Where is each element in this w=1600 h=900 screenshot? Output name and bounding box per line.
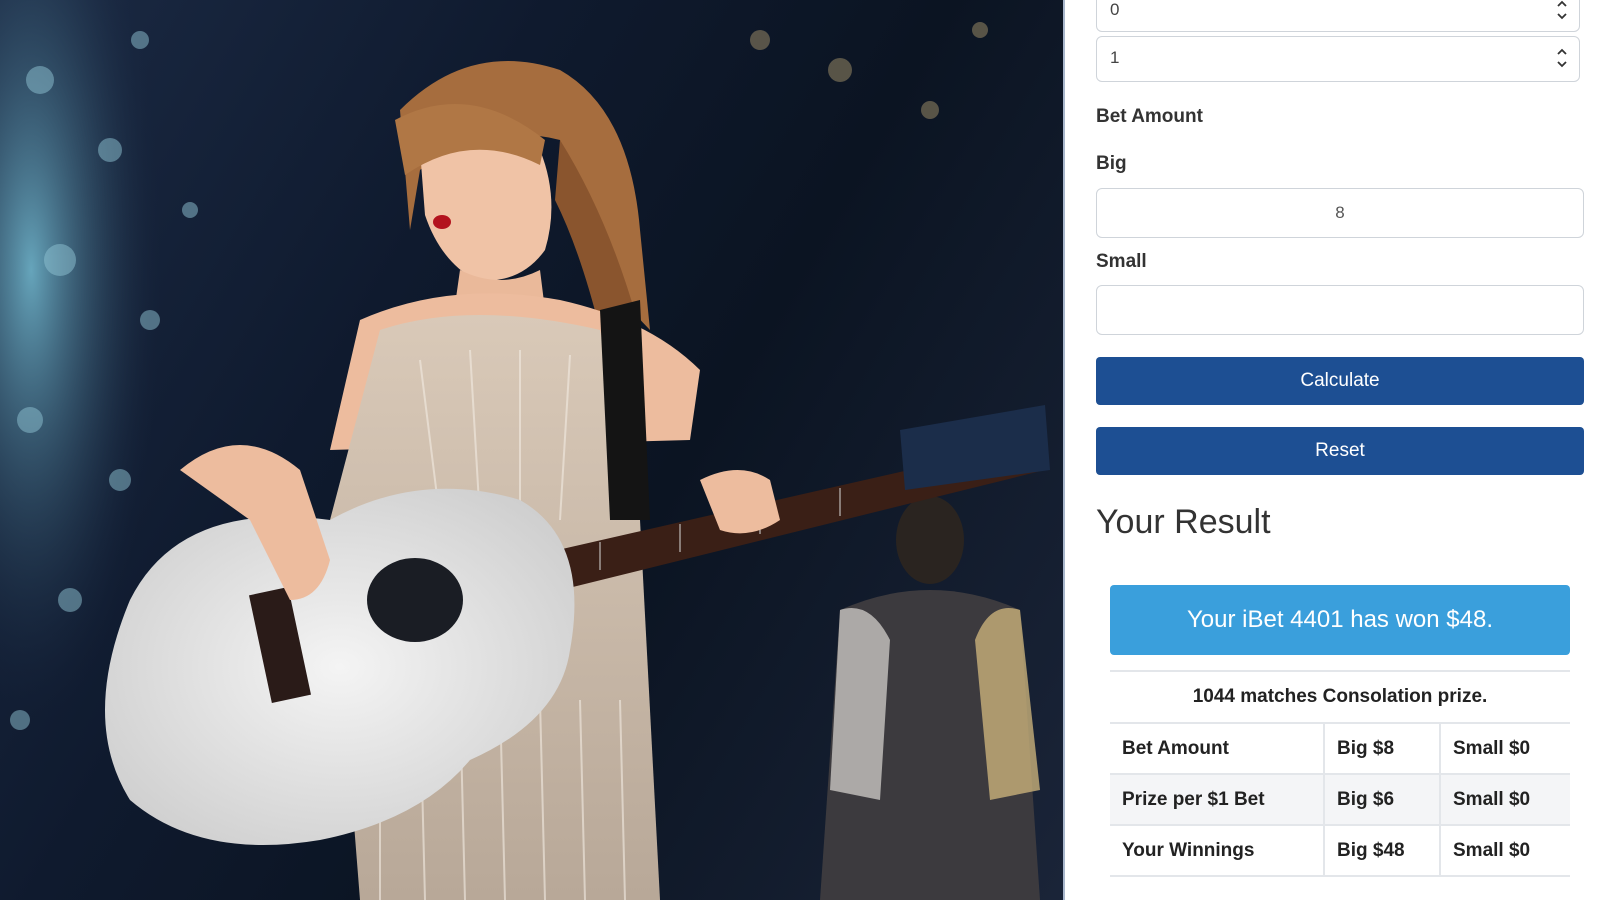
- select-1-value: 0: [1110, 0, 1120, 19]
- small-label: Small: [1096, 251, 1147, 272]
- consolation-note: 1044 matches Consolation prize.: [1110, 670, 1570, 723]
- number-select-2[interactable]: 1: [1096, 36, 1580, 82]
- panel-divider: [1063, 0, 1077, 900]
- reset-button[interactable]: Reset: [1096, 427, 1584, 475]
- row-label: Prize per $1 Bet: [1110, 773, 1324, 825]
- result-table: 1044 matches Consolation prize. Bet Amou…: [1110, 670, 1570, 877]
- select-2-value: 1: [1110, 48, 1120, 67]
- big-value: Big $8: [1323, 722, 1440, 774]
- bet-amount-label: Bet Amount: [1096, 106, 1203, 127]
- up-down-chevron-icon: [1557, 0, 1567, 20]
- up-down-chevron-icon: [1557, 48, 1567, 68]
- row-label: Your Winnings: [1110, 824, 1324, 877]
- big-amount-input[interactable]: 8: [1096, 188, 1584, 238]
- result-title: Your Result: [1096, 503, 1271, 541]
- big-value: Big $48: [1323, 824, 1440, 877]
- table-row: Your Winnings Big $48 Small $0: [1110, 824, 1570, 877]
- big-value: Big $6: [1323, 773, 1440, 825]
- small-value: Small $0: [1439, 773, 1570, 825]
- table-row: Prize per $1 Bet Big $6 Small $0: [1110, 773, 1570, 825]
- concert-photo: [0, 0, 1063, 900]
- photo-illustration: [0, 0, 1050, 900]
- row-label: Bet Amount: [1110, 722, 1324, 774]
- small-value: Small $0: [1439, 824, 1570, 877]
- win-banner: Your iBet 4401 has won $48.: [1110, 585, 1570, 655]
- table-row: Bet Amount Big $8 Small $0: [1110, 722, 1570, 774]
- big-label: Big: [1096, 153, 1127, 174]
- small-value: Small $0: [1439, 722, 1570, 774]
- bet-calculator-panel: 0 1 Bet Amount Big 8 Small Calculate Res…: [1096, 0, 1584, 900]
- number-select-1[interactable]: 0: [1096, 0, 1580, 32]
- calculate-button[interactable]: Calculate: [1096, 357, 1584, 405]
- small-amount-input[interactable]: [1096, 285, 1584, 335]
